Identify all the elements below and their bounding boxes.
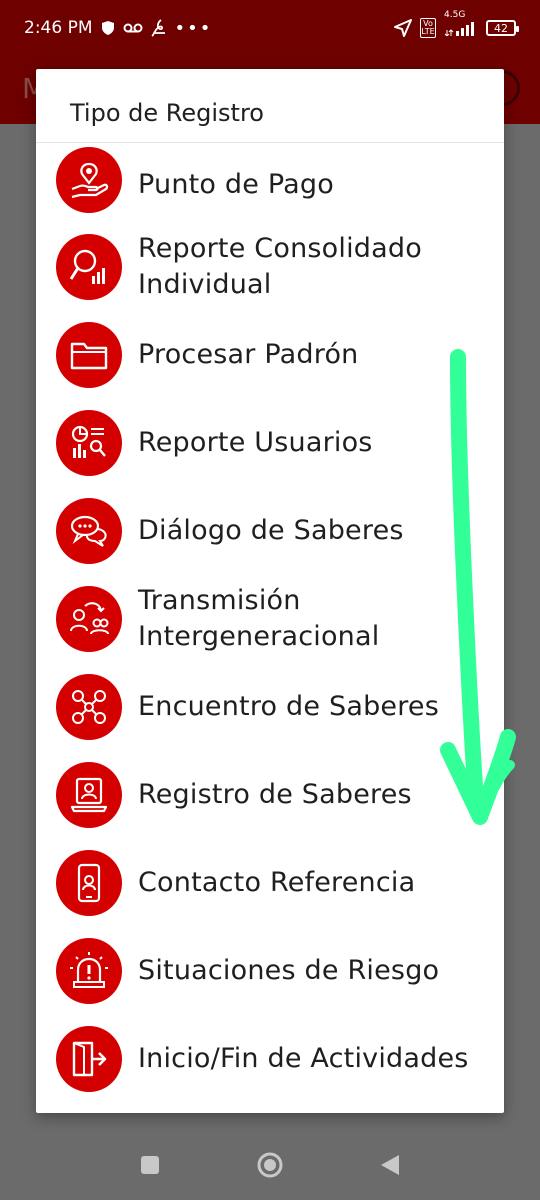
list-item-label: Procesar Padrón — [138, 339, 359, 370]
alarm-icon — [56, 938, 122, 1004]
list-item-contacto-referencia[interactable]: Contacto Referencia — [36, 847, 504, 935]
signal-icon: 4.5G — [444, 10, 478, 36]
list-item-registro-saberes[interactable]: Registro de Saberes — [36, 759, 504, 847]
registro-type-dialog: Tipo de Registro Punto de Pago Reporte C… — [36, 69, 504, 1113]
list-item-label: Inicio/Fin de Actividades — [138, 1043, 469, 1074]
list-item-situaciones-riesgo[interactable]: Situaciones de Riesgo — [36, 935, 504, 1023]
payment-point-icon — [56, 147, 122, 213]
status-bar: 2:46 PM ••• Vo LTE 4.5G 42 — [0, 0, 540, 56]
recents-button[interactable] — [135, 1150, 165, 1180]
list-item-transmision-intergeneracional[interactable]: Transmisión Intergeneracional — [36, 583, 504, 671]
more-icon: ••• — [174, 17, 213, 39]
list-item-label: Diálogo de Saberes — [138, 515, 404, 546]
list-item-dialogo-saberes[interactable]: Diálogo de Saberes — [36, 495, 504, 583]
volte-icon: Vo LTE — [420, 18, 436, 38]
battery-icon: 42 — [486, 20, 519, 36]
list-item-encuentro-saberes[interactable]: Encuentro de Saberes — [36, 671, 504, 759]
square-icon — [141, 1156, 159, 1174]
location-arrow-icon — [394, 19, 412, 37]
dialog-title: Tipo de Registro — [36, 69, 504, 143]
list-item-inicio-fin-actividades[interactable]: Inicio/Fin de Actividades — [36, 1023, 504, 1111]
home-button[interactable] — [255, 1150, 285, 1180]
list-item-label: Reporte Consolidado Individual — [138, 233, 422, 300]
folder-icon — [56, 322, 122, 388]
list-item-label: Reporte Usuarios — [138, 427, 373, 458]
generations-icon — [56, 586, 122, 652]
battery-level: 42 — [494, 21, 508, 35]
phone-contact-icon — [56, 850, 122, 916]
back-button[interactable] — [375, 1150, 405, 1180]
status-time: 2:46 PM — [24, 18, 93, 38]
laptop-user-icon — [56, 762, 122, 828]
navigation-bar — [0, 1130, 540, 1200]
list-item-label: Transmisión Intergeneracional — [138, 585, 380, 652]
exit-door-icon — [56, 1026, 122, 1092]
list-item-label: Contacto Referencia — [138, 867, 416, 898]
voicemail-icon — [123, 22, 143, 34]
list-item-label: Registro de Saberes — [138, 779, 412, 810]
list-item-reporte-consolidado[interactable]: Reporte Consolidado Individual — [36, 231, 504, 319]
list-item-label: Punto de Pago — [138, 169, 334, 200]
list-item-label: Encuentro de Saberes — [138, 691, 439, 722]
list-item-reporte-usuarios[interactable]: Reporte Usuarios — [36, 407, 504, 495]
network-people-icon — [56, 674, 122, 740]
list-item-punto-de-pago[interactable]: Punto de Pago — [36, 143, 504, 231]
shield-icon — [101, 20, 115, 36]
chat-bubbles-icon — [56, 498, 122, 564]
home-circle-icon — [257, 1152, 283, 1178]
magnifier-chart-icon — [56, 234, 122, 300]
back-triangle-icon — [381, 1155, 399, 1175]
signature-icon — [150, 19, 167, 37]
list-item-label: Situaciones de Riesgo — [138, 955, 440, 986]
list-item-procesar-padron[interactable]: Procesar Padrón — [36, 319, 504, 407]
users-report-icon — [56, 410, 122, 476]
network-type-label: 4.5G — [444, 10, 466, 20]
